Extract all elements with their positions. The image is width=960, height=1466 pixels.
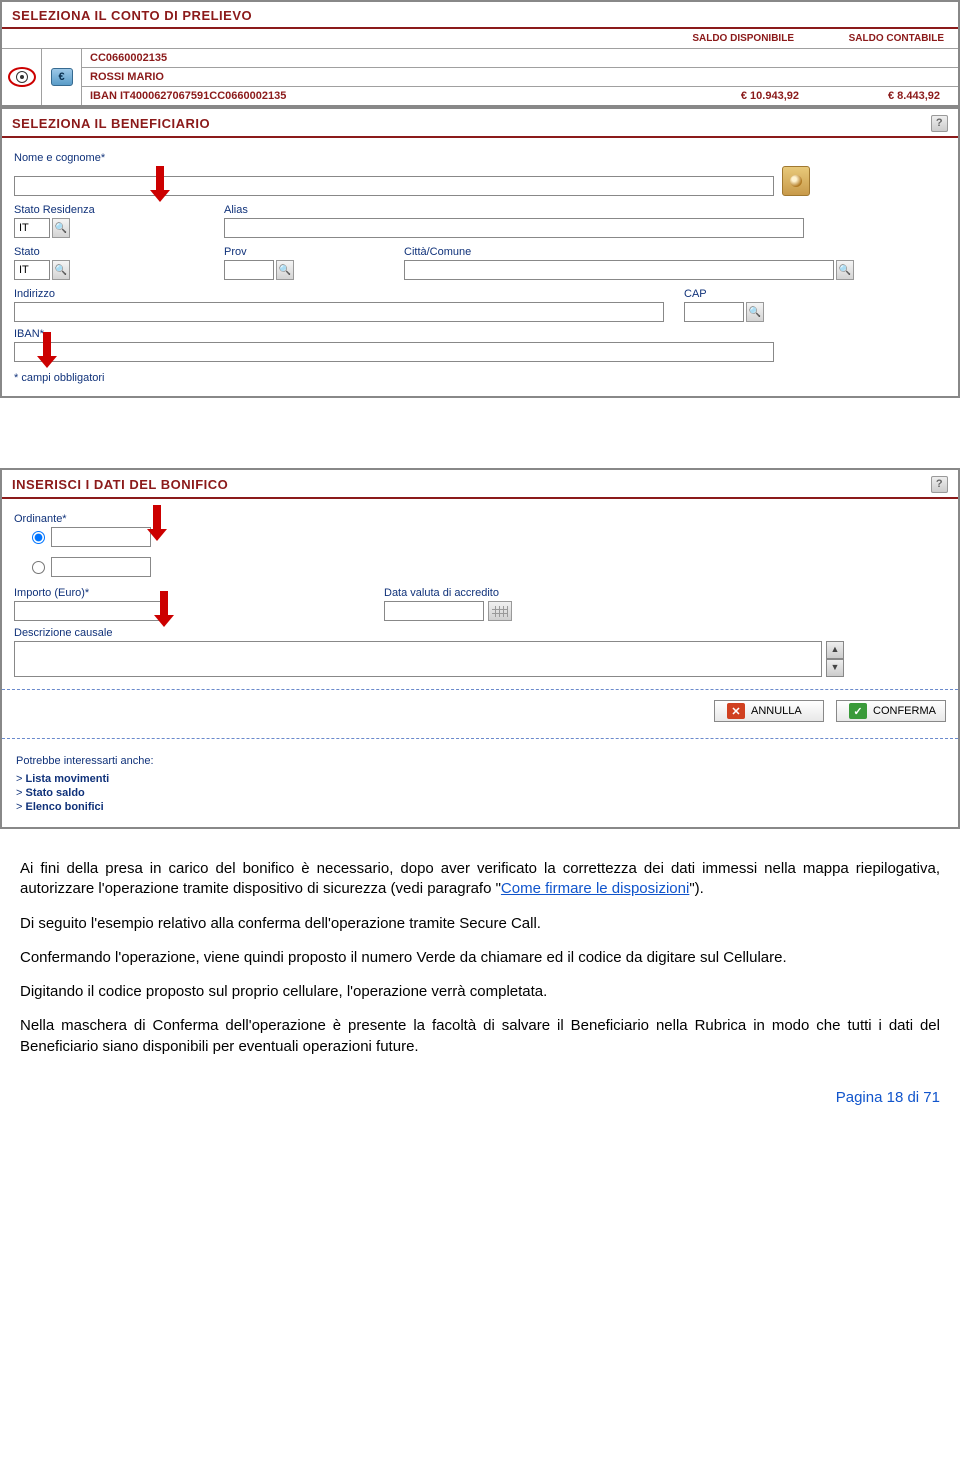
help-icon[interactable]: ? (931, 476, 948, 493)
citta-input[interactable] (404, 260, 834, 280)
beneficiary-panel: SELEZIONA IL BENEFICIARIO ? Nome e cogno… (0, 107, 960, 398)
importo-input[interactable] (14, 601, 164, 621)
prov-input[interactable] (224, 260, 274, 280)
scroll-down-icon[interactable]: ▼ (826, 659, 844, 677)
annulla-button[interactable]: ✕ ANNULLA (714, 700, 824, 722)
ordinante-radio-1[interactable] (32, 531, 45, 544)
balance-contabile: € 8.443,92 (835, 90, 950, 102)
account-number: CC0660002135 (82, 49, 958, 68)
beneficiary-form: Nome e cognome* Stato Residenza 🔍 Alias (2, 138, 958, 396)
doc-p4: Digitando il codice proposto sul proprio… (20, 982, 940, 1002)
page-footer: Pagina 18 di 71 (0, 1081, 960, 1120)
citta-label: Città/Comune (404, 246, 946, 258)
required-note: * campi obbligatori (14, 372, 946, 384)
nome-input[interactable] (14, 176, 774, 196)
balance-header-cont: SALDO CONTABILE (834, 33, 944, 44)
transfer-form: Ordinante* Importo (Euro)* (2, 499, 958, 681)
descrizione-label: Descrizione causale (14, 627, 946, 639)
account-row[interactable]: € CC0660002135 ROSSI MARIO IBAN IT400062… (2, 48, 958, 105)
importo-label: Importo (Euro)* (14, 587, 384, 599)
cap-input[interactable] (684, 302, 744, 322)
panel2-title: SELEZIONA IL BENEFICIARIO (12, 116, 210, 131)
account-iban: IBAN IT4000627067591CC0660002135 (90, 90, 675, 102)
link-lista-movimenti[interactable]: Lista movimenti (16, 773, 944, 785)
panel3-header: INSERISCI I DATI DEL BONIFICO ? (2, 470, 958, 499)
descrizione-textarea[interactable] (14, 641, 822, 677)
help-icon[interactable]: ? (931, 115, 948, 132)
lookup-icon[interactable]: 🔍 (52, 218, 70, 238)
link-come-firmare[interactable]: Come firmare le disposizioni (501, 880, 689, 897)
divider (2, 689, 958, 690)
data-valuta-input[interactable] (384, 601, 484, 621)
lookup-icon[interactable]: 🔍 (52, 260, 70, 280)
ordinante-input-2[interactable] (51, 557, 151, 577)
panel1-header: SELEZIONA IL CONTO DI PRELIEVO (2, 2, 958, 29)
panel3-title: INSERISCI I DATI DEL BONIFICO (12, 477, 228, 492)
euro-icon: € (51, 68, 73, 86)
doc-p3: Confermando l'operazione, viene quindi p… (20, 948, 940, 968)
stato-residenza-input[interactable] (14, 218, 50, 238)
contacts-icon[interactable] (782, 166, 810, 196)
cap-label: CAP (684, 288, 764, 300)
withdrawal-account-panel: SELEZIONA IL CONTO DI PRELIEVO SALDO DIS… (0, 0, 960, 107)
textarea-scroll[interactable]: ▲ ▼ (826, 641, 844, 677)
iban-label: IBAN* (14, 328, 946, 340)
links-header: Potrebbe interessarti anche: (16, 755, 944, 767)
scroll-up-icon[interactable]: ▲ (826, 641, 844, 659)
link-elenco-bonifici[interactable]: Elenco bonifici (16, 801, 944, 813)
alias-label: Alias (224, 204, 946, 216)
data-valuta-label: Data valuta di accredito (384, 587, 512, 599)
currency-cell: € (42, 49, 82, 105)
ordinante-select[interactable] (51, 527, 151, 547)
divider (2, 738, 958, 739)
panel1-title: SELEZIONA IL CONTO DI PRELIEVO (12, 8, 252, 23)
check-icon: ✓ (849, 703, 867, 719)
prov-label: Prov (224, 246, 404, 258)
indirizzo-label: Indirizzo (14, 288, 684, 300)
related-links: Potrebbe interessarti anche: Lista movim… (2, 747, 958, 827)
account-details: CC0660002135 ROSSI MARIO IBAN IT40006270… (82, 49, 958, 105)
nome-label: Nome e cognome* (14, 152, 946, 164)
balance-header-avail: SALDO DISPONIBILE (674, 33, 794, 44)
annulla-label: ANNULLA (751, 705, 802, 717)
iban-input[interactable] (14, 342, 774, 362)
conferma-label: CONFERMA (873, 705, 936, 717)
document-body: Ai fini della presa in carico del bonifi… (0, 829, 960, 1081)
cancel-icon: ✕ (727, 703, 745, 719)
calendar-icon[interactable] (488, 601, 512, 621)
stato-input[interactable] (14, 260, 50, 280)
balance-headers: SALDO DISPONIBILE SALDO CONTABILE (2, 29, 958, 48)
link-stato-saldo[interactable]: Stato saldo (16, 787, 944, 799)
panel2-header: SELEZIONA IL BENEFICIARIO ? (2, 109, 958, 138)
lookup-icon[interactable]: 🔍 (276, 260, 294, 280)
lookup-icon[interactable]: 🔍 (836, 260, 854, 280)
doc-p2: Di seguito l'esempio relativo alla confe… (20, 914, 940, 934)
stato-label: Stato (14, 246, 224, 258)
doc-p1: Ai fini della presa in carico del bonifi… (20, 859, 940, 900)
indirizzo-input[interactable] (14, 302, 664, 322)
account-radio[interactable] (16, 71, 28, 83)
doc-p5: Nella maschera di Conferma dell'operazio… (20, 1016, 940, 1057)
account-iban-line: IBAN IT4000627067591CC0660002135 € 10.94… (82, 87, 958, 105)
lookup-icon[interactable]: 🔍 (746, 302, 764, 322)
transfer-data-panel: INSERISCI I DATI DEL BONIFICO ? Ordinant… (0, 468, 960, 829)
alias-input[interactable] (224, 218, 804, 238)
button-row: ✕ ANNULLA ✓ CONFERMA (2, 698, 958, 730)
ordinante-radio-2[interactable] (32, 561, 45, 574)
stato-residenza-label: Stato Residenza (14, 204, 224, 216)
account-radio-cell[interactable] (2, 49, 42, 105)
balance-available: € 10.943,92 (675, 90, 835, 102)
account-holder: ROSSI MARIO (82, 68, 958, 87)
conferma-button[interactable]: ✓ CONFERMA (836, 700, 946, 722)
